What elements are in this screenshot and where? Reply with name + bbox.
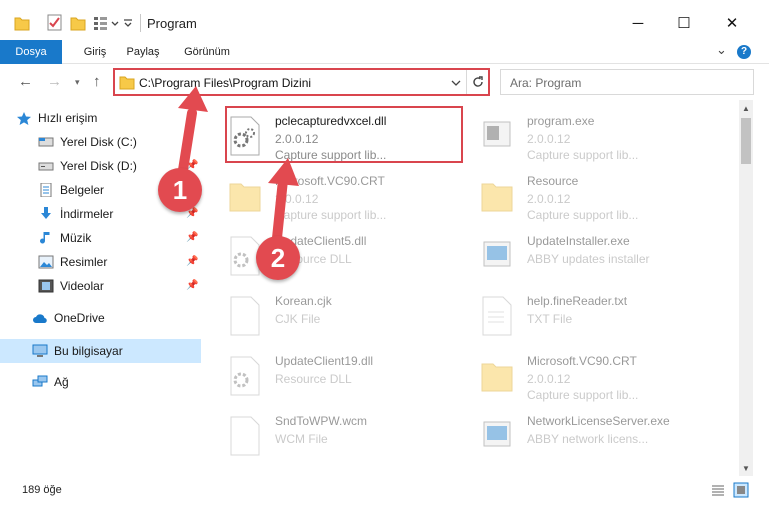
installer-icon xyxy=(483,241,511,267)
address-bar-highlight xyxy=(113,68,490,96)
tab-view[interactable]: Görünüm xyxy=(175,40,239,64)
step-badge-1: 1 xyxy=(158,168,202,212)
file-icon xyxy=(230,416,260,456)
download-icon xyxy=(41,207,51,219)
view-options-icon[interactable] xyxy=(92,13,108,33)
file-highlight xyxy=(225,106,463,163)
file-item-dll[interactable]: UpdateClient19.dll Resource DLL xyxy=(207,344,447,406)
search-placeholder: Ara: Program xyxy=(510,76,582,90)
file-item-exe[interactable]: UpdateInstaller.exe ABBY updates install… xyxy=(459,224,699,286)
file-item-text[interactable]: help.fineReader.txt TXT File xyxy=(459,284,699,346)
expand-ribbon-icon[interactable]: ⌄ xyxy=(716,42,727,58)
status-bar: 189 öğe xyxy=(0,476,769,515)
scroll-down-icon[interactable]: ▼ xyxy=(742,464,750,473)
title-bar: Program ─ ☐ ✕ xyxy=(0,0,769,40)
drive-icon xyxy=(38,137,54,147)
vertical-scrollbar[interactable]: ▲ ▼ xyxy=(739,100,753,476)
maximize-button[interactable]: ☐ xyxy=(661,8,707,38)
text-file-icon xyxy=(482,296,512,336)
file-item-folder[interactable]: Resource 2.0.0.12 Capture support lib... xyxy=(459,164,699,226)
help-icon[interactable]: ? xyxy=(737,45,751,59)
file-icon xyxy=(230,296,260,336)
folder-icon xyxy=(481,183,513,212)
minimize-button[interactable]: ─ xyxy=(615,8,661,38)
scroll-up-icon[interactable]: ▲ xyxy=(742,104,750,113)
details-view-icon[interactable] xyxy=(711,484,725,496)
dll-file-icon xyxy=(230,356,260,396)
tab-share[interactable]: Paylaş xyxy=(118,40,168,64)
forward-arrow-icon[interactable]: → xyxy=(47,73,62,90)
back-arrow-icon[interactable]: ← xyxy=(18,73,33,90)
properties-icon[interactable] xyxy=(46,13,64,33)
recent-locations-icon[interactable]: ▾ xyxy=(75,77,80,88)
network-icon xyxy=(32,375,48,387)
ribbon-tabs: Dosya Giriş Paylaş Görünüm ⌄ ? xyxy=(0,40,769,102)
pin-icon[interactable]: 📌 xyxy=(186,226,198,250)
step-badge-2: 2 xyxy=(256,236,300,280)
exe-file-icon xyxy=(483,121,511,147)
navigation-pane: Hızlı erişim Yerel Disk (C:) Yerel Disk … xyxy=(0,100,207,476)
file-item-generic[interactable]: SndToWPW.wcm WCM File xyxy=(207,404,447,466)
computer-icon xyxy=(32,344,48,357)
search-input[interactable]: Ara: Program xyxy=(500,69,754,95)
window-title: Program xyxy=(147,16,197,31)
file-item-dll[interactable]: UpdateClient5.dll Resource DLL xyxy=(207,224,447,286)
cloud-icon xyxy=(33,314,47,324)
item-count: 189 öğe xyxy=(22,484,62,496)
new-folder-icon[interactable] xyxy=(70,13,86,33)
star-icon xyxy=(17,112,31,125)
folder-icon xyxy=(481,363,513,392)
scroll-thumb[interactable] xyxy=(741,118,751,164)
title-separator xyxy=(140,14,141,32)
pin-icon[interactable]: 📌 xyxy=(186,250,198,274)
folder-icon xyxy=(229,183,261,212)
document-icon xyxy=(40,183,52,197)
file-item-folder[interactable]: Microsoft.VC90.CRT 2.0.0.12 Capture supp… xyxy=(459,344,699,406)
file-item-exe[interactable]: program.exe 2.0.0.12 Capture support lib… xyxy=(459,104,699,166)
folder-icon xyxy=(14,17,30,31)
music-icon xyxy=(40,232,50,244)
pin-icon[interactable]: 📌 xyxy=(186,274,198,298)
drive-icon xyxy=(38,162,54,171)
file-item-generic[interactable]: Korean.cjk CJK File xyxy=(207,284,447,346)
customize-toolbar-icon[interactable] xyxy=(122,13,134,33)
file-item-exe[interactable]: NetworkLicenseServer.exe ABBY network li… xyxy=(459,404,699,466)
picture-icon xyxy=(38,255,54,269)
tab-home[interactable]: Giriş xyxy=(70,40,120,64)
close-button[interactable]: ✕ xyxy=(709,8,755,38)
up-arrow-icon[interactable]: ↑ xyxy=(93,73,101,90)
video-icon xyxy=(38,279,54,293)
network-exe-icon xyxy=(483,421,511,447)
file-item-folder[interactable]: Microsoft.VC90.CRT 2.0.0.12 Capture supp… xyxy=(207,164,447,226)
large-icons-view-icon[interactable] xyxy=(733,482,749,498)
dropdown-arrow-icon[interactable] xyxy=(110,13,120,33)
